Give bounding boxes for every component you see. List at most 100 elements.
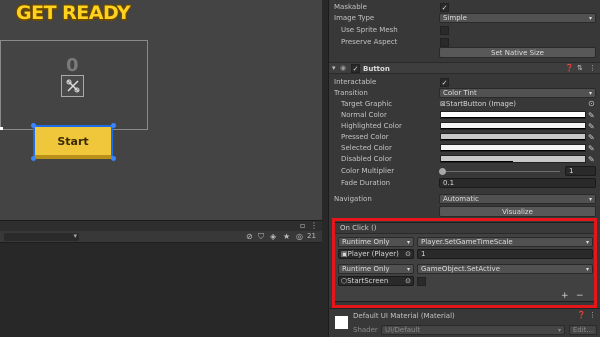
dropdown-arrow-icon: ▾ xyxy=(588,15,592,22)
button-component-icon: ◉ xyxy=(340,64,347,72)
eyedropper-icon[interactable]: ✎ xyxy=(588,133,595,142)
panel-tab-strip: ▫ ⋮ xyxy=(0,221,322,231)
help-icon[interactable]: ❓ xyxy=(565,64,574,72)
highlighted-color-field[interactable] xyxy=(440,122,586,130)
resize-handle[interactable] xyxy=(111,123,116,128)
color-multiplier-slider[interactable] xyxy=(440,171,560,172)
target-graphic-field[interactable]: ⊠StartButton (Image) xyxy=(440,100,516,108)
set-native-size-button[interactable]: Set Native Size xyxy=(439,47,596,58)
slider-thumb[interactable] xyxy=(439,168,446,175)
more-options-icon[interactable]: ⋮ xyxy=(589,64,596,72)
disabled-color-field[interactable] xyxy=(440,155,586,163)
image-type-dropdown[interactable]: Simple ▾ xyxy=(439,13,596,23)
color-multiplier-input[interactable]: 1 xyxy=(565,166,596,176)
eyedropper-icon[interactable]: ✎ xyxy=(588,155,595,164)
use-sprite-mesh-checkbox[interactable] xyxy=(440,26,449,35)
preset-icon[interactable]: ⇅ xyxy=(577,64,583,72)
more-options-icon[interactable]: ⋮ xyxy=(589,311,596,319)
pressed-color-row: Pressed Color ✎ xyxy=(329,132,600,143)
pressed-color-label: Pressed Color xyxy=(341,133,389,141)
transition-dropdown[interactable]: Color Tint ▾ xyxy=(439,88,596,98)
color-multiplier-label: Color Multiplier xyxy=(341,167,395,175)
use-sprite-mesh-row: Use Sprite Mesh xyxy=(329,25,600,36)
selected-color-field[interactable] xyxy=(440,144,586,152)
material-name: Default UI Material (Material) xyxy=(353,312,455,320)
target-graphic-value: StartButton (Image) xyxy=(445,100,517,108)
get-ready-title: GET READY xyxy=(16,2,131,24)
interactable-row: Interactable ✓ xyxy=(329,77,600,88)
fade-duration-input[interactable]: 0.1 xyxy=(439,178,596,188)
transition-value: Color Tint xyxy=(443,89,477,97)
start-button-label: Start xyxy=(57,134,89,148)
eyedropper-icon[interactable]: ✎ xyxy=(588,144,595,153)
interactable-label: Interactable xyxy=(334,78,377,86)
pin-icon[interactable]: ★ xyxy=(283,232,290,241)
use-sprite-mesh-label: Use Sprite Mesh xyxy=(341,26,398,34)
resize-handle[interactable] xyxy=(31,156,36,161)
maskable-checkbox[interactable]: ✓ xyxy=(440,3,449,12)
alpha-bar xyxy=(441,139,585,140)
help-icon[interactable]: ❓ xyxy=(577,311,586,319)
normal-color-row: Normal Color ✎ xyxy=(329,110,600,121)
button-enabled-checkbox[interactable]: ✓ xyxy=(351,64,360,73)
navigation-label: Navigation xyxy=(334,195,372,203)
bookmark-icon[interactable]: ⛉ xyxy=(258,232,264,242)
count-label: 21 xyxy=(307,232,316,240)
alpha-bar xyxy=(441,128,585,129)
resize-handle[interactable] xyxy=(111,156,116,161)
material-swatch xyxy=(335,316,348,329)
rect-tool-gizmo-icon[interactable] xyxy=(61,75,84,97)
transition-row: Transition Color Tint ▾ xyxy=(329,88,600,99)
highlighted-color-label: Highlighted Color xyxy=(341,122,402,130)
lock-icon[interactable]: ▫ xyxy=(300,221,305,230)
dropdown-arrow-icon: ▾ xyxy=(557,327,561,334)
navigation-value: Automatic xyxy=(443,195,479,203)
alpha-bar xyxy=(441,161,513,162)
search-input[interactable]: ▾ xyxy=(4,232,79,241)
fade-duration-row: Fade Duration 0.1 xyxy=(329,178,600,189)
object-picker-icon[interactable]: ⊙ xyxy=(588,99,595,108)
shader-dropdown[interactable]: UI/Default ▾ xyxy=(381,325,565,335)
scene-view[interactable]: GET READY 0 Start xyxy=(0,0,322,220)
selected-color-label: Selected Color xyxy=(341,144,392,152)
edit-shader-button[interactable]: Edit... xyxy=(569,325,597,335)
button-component-header[interactable]: ▾ ◉ ✓ Button ❓ ⇅ ⋮ xyxy=(329,62,600,74)
transition-label: Transition xyxy=(334,89,368,97)
image-type-label: Image Type xyxy=(334,14,375,22)
selected-color-row: Selected Color ✎ xyxy=(329,143,600,154)
filter-icon[interactable]: ◈ xyxy=(270,232,276,241)
image-type-row: Image Type Simple ▾ xyxy=(329,13,600,24)
color-multiplier-row: Color Multiplier 1 xyxy=(329,166,600,177)
shader-value: UI/Default xyxy=(385,326,421,334)
navigation-dropdown[interactable]: Automatic ▾ xyxy=(439,194,596,204)
disabled-color-row: Disabled Color ✎ xyxy=(329,154,600,165)
eyedropper-icon[interactable]: ✎ xyxy=(588,122,595,131)
alpha-bar xyxy=(441,117,585,118)
alpha-bar xyxy=(441,150,585,151)
preserve-aspect-checkbox[interactable] xyxy=(440,38,449,47)
score-text: 0 xyxy=(66,55,79,76)
preserve-aspect-label: Preserve Aspect xyxy=(341,38,398,46)
highlight-annotation xyxy=(332,218,597,308)
panel-toolbar: ▾ ⊘ ⛉ ◈ ★ ◎ 21 xyxy=(0,231,322,243)
button-component-title: Button xyxy=(363,65,390,73)
menu-icon[interactable]: ⋮ xyxy=(310,221,318,230)
normal-color-field[interactable] xyxy=(440,111,586,119)
navigation-row: Navigation Automatic ▾ xyxy=(329,194,600,205)
material-section: Default UI Material (Material) ❓ ⋮ Shade… xyxy=(329,308,600,337)
interactable-checkbox[interactable]: ✓ xyxy=(440,78,449,87)
resize-handle[interactable] xyxy=(31,123,36,128)
hide-icon[interactable]: ⊘ xyxy=(246,232,253,241)
eyedropper-icon[interactable]: ✎ xyxy=(588,111,595,120)
pressed-color-field[interactable] xyxy=(440,133,586,141)
target-graphic-label: Target Graphic xyxy=(341,100,393,108)
count-icon[interactable]: ◎ xyxy=(296,232,303,241)
project-panel: ▫ ⋮ ▾ ⊘ ⛉ ◈ ★ ◎ 21 xyxy=(0,220,322,337)
foldout-arrow-icon[interactable]: ▾ xyxy=(332,64,336,72)
target-graphic-row: Target Graphic ⊠StartButton (Image) ⊙ xyxy=(329,99,600,110)
dropdown-arrow-icon: ▾ xyxy=(73,232,77,240)
anchor-marker xyxy=(0,127,3,130)
normal-color-label: Normal Color xyxy=(341,111,387,119)
start-button[interactable]: Start xyxy=(33,125,113,159)
visualize-button[interactable]: Visualize xyxy=(439,206,596,217)
